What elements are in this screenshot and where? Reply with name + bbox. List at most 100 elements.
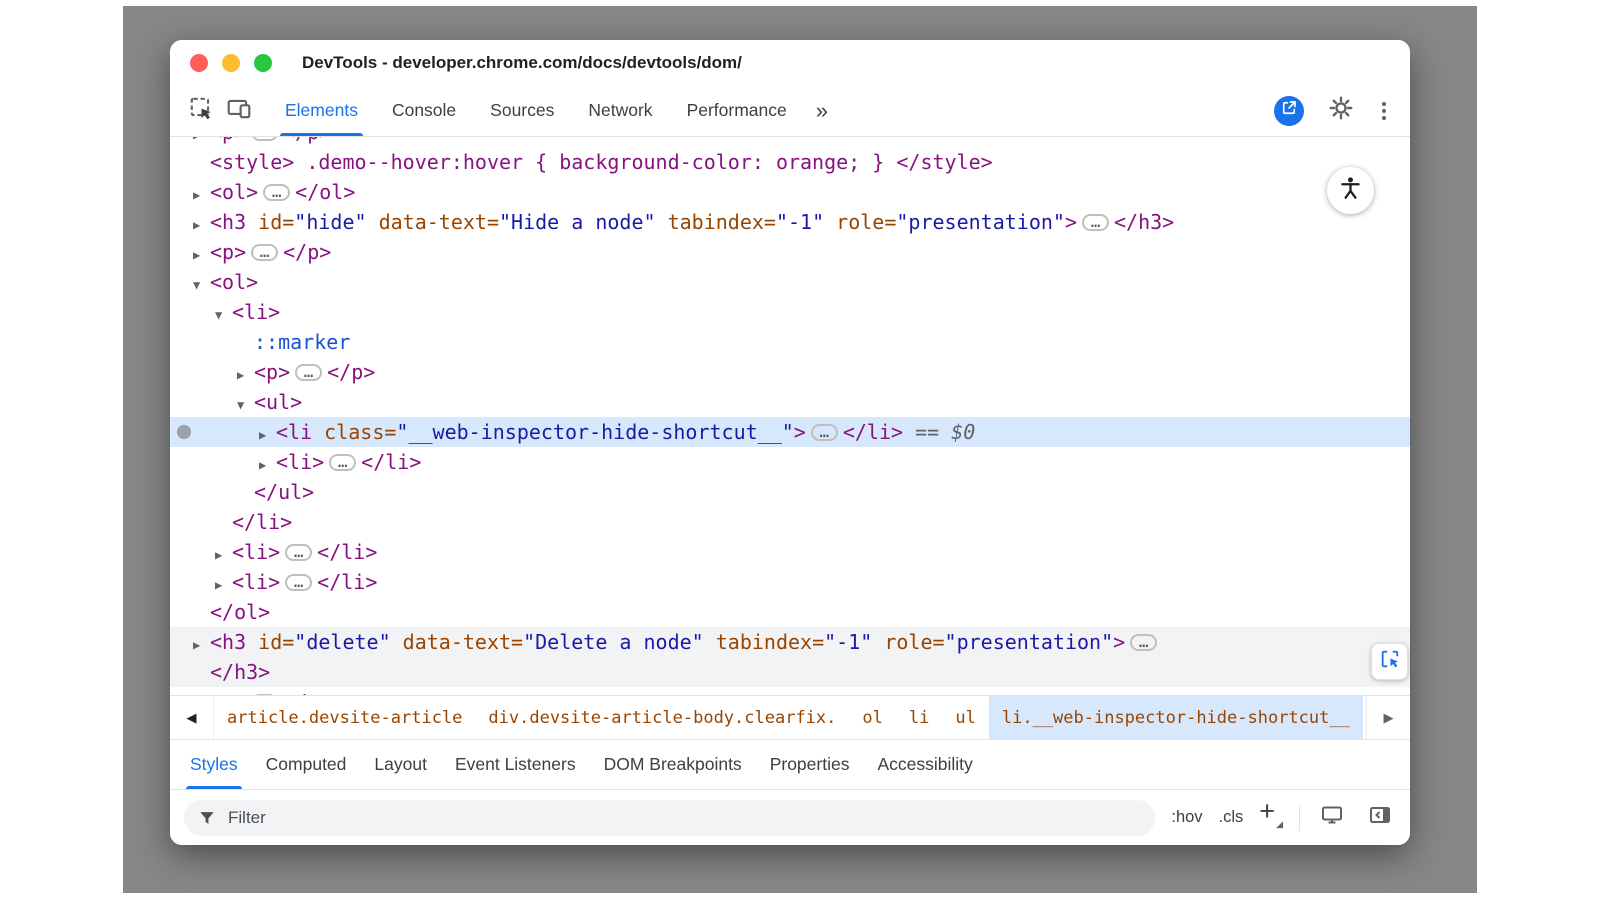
tab-performance[interactable]: Performance [670,85,804,136]
expand-children-button[interactable]: … [251,244,278,261]
panel-tab-layout[interactable]: Layout [360,740,441,789]
styles-filter-bar: :hov .cls +◢ [170,789,1410,845]
disclosure-triangle-icon[interactable]: ▼ [215,300,232,330]
disclosure-triangle-icon[interactable]: ▶ [237,360,254,390]
tab-sources[interactable]: Sources [473,85,571,136]
panel-tab-properties[interactable]: Properties [756,740,864,789]
code-attr: tabindex= [704,630,824,654]
new-style-rule-button[interactable]: +◢ [1259,799,1283,836]
dom-tree-row[interactable]: ▶<h3 id="hide" data-text="Hide a node" t… [170,207,1410,237]
tab-network[interactable]: Network [571,85,669,136]
code-tag: <ol> [210,180,258,204]
panel-tab-dom-breakpoints[interactable]: DOM Breakpoints [590,740,756,789]
dom-tree-row[interactable]: </ul> [170,477,1410,507]
expand-children-button[interactable]: … [285,544,312,561]
dom-tree-row[interactable]: ▶<ol>…</ol> [170,177,1410,207]
dom-tree-row[interactable]: ▶<p>…</p> [170,137,1410,147]
expand-children-button[interactable]: … [1130,634,1157,651]
dom-tree-row[interactable]: ▼<ol> [170,267,1410,297]
zoom-button[interactable] [254,54,272,72]
code-tag: > [1113,630,1125,654]
dom-tree-row[interactable]: ▼<ul> [170,387,1410,417]
kebab-menu-icon [1382,102,1386,106]
panel-tab-styles[interactable]: Styles [176,740,252,789]
disclosure-triangle-icon[interactable]: ▶ [259,420,276,450]
code-attr: class= [312,420,396,444]
more-tabs-button[interactable]: » [804,85,840,136]
accessibility-button[interactable] [1327,167,1374,214]
code-tag: </ul> [254,480,314,504]
breadcrumb-item[interactable]: li.__web-inspector-hide-shortcut__ [989,696,1363,739]
panel-tab-computed[interactable]: Computed [252,740,361,789]
code-tag: > [1065,210,1077,234]
dom-tree-row[interactable]: <style> .demo--hover:hover { background-… [170,147,1410,177]
dom-tree-row[interactable]: </h3> [170,657,1410,687]
dom-tree-row[interactable]: </li> [170,507,1410,537]
code-tag: </p> [283,240,331,264]
device-toolbar-button[interactable] [220,93,258,129]
breadcrumb-item[interactable]: ol [849,696,895,739]
dom-tree-row[interactable]: ▶<li>…</li> [170,537,1410,567]
disclosure-triangle-icon[interactable]: ▶ [193,240,210,270]
expand-children-button[interactable]: … [811,424,838,441]
dom-tree-row[interactable]: ▶<li>…</li> [170,567,1410,597]
dom-tree-row[interactable]: ▶<p>…</p> [170,357,1410,387]
expand-children-button[interactable]: … [329,454,356,471]
breadcrumb-scroll-right-button[interactable]: ▶ [1366,696,1410,739]
dom-tree-row[interactable]: ▶<li class="__web-inspector-hide-shortcu… [170,417,1410,447]
code-tag: <ul> [254,390,302,414]
dom-tree-row[interactable]: ▼<li> [170,297,1410,327]
rendering-emulations-button[interactable] [1316,802,1348,834]
close-button[interactable] [190,54,208,72]
disclosure-triangle-icon[interactable]: ▶ [193,690,210,695]
toggle-classes-button[interactable]: .cls [1219,808,1244,827]
minimize-button[interactable] [222,54,240,72]
open-in-new-button[interactable] [1274,96,1304,126]
dom-tree: ▶<p>…</p><style> .demo--hover:hover { ba… [170,137,1410,695]
disclosure-triangle-icon[interactable]: ▶ [215,570,232,600]
floating-inspect-button[interactable] [1371,643,1408,680]
breadcrumb-scroll-left-button[interactable]: ◀ [170,696,214,739]
inspect-element-button[interactable] [182,93,220,129]
disclosure-triangle-icon[interactable]: ▼ [193,270,210,300]
panel-tab-event-listeners[interactable]: Event Listeners [441,740,590,789]
code-val: "-1" [776,210,824,234]
expand-children-button[interactable]: … [251,694,278,695]
code-tag: </h3> [210,660,270,684]
disclosure-triangle-icon[interactable]: ▶ [193,180,210,210]
dom-tree-row[interactable]: ▶<li>…</li> [170,447,1410,477]
dom-tree-row[interactable]: ▶<h3 id="delete" data-text="Delete a nod… [170,627,1410,657]
disclosure-triangle-icon[interactable]: ▼ [237,390,254,420]
dom-tree-row[interactable]: </ol> [170,597,1410,627]
code-tag: <ol> [210,270,258,294]
expand-children-button[interactable]: … [295,364,322,381]
disclosure-triangle-icon[interactable]: ▶ [193,630,210,660]
code-tag: <li> [232,570,280,594]
disclosure-triangle-icon[interactable]: ▶ [193,210,210,240]
code-val: "presentation" [896,210,1065,234]
breadcrumb-item[interactable]: ul [942,696,988,739]
customize-devtools-button[interactable] [1378,98,1390,124]
filter-input[interactable] [184,800,1155,836]
expand-children-button[interactable]: … [263,184,290,201]
expand-children-button[interactable]: … [1082,214,1109,231]
expand-children-button[interactable]: … [285,574,312,591]
dom-tree-row[interactable]: ::marker [170,327,1410,357]
breadcrumb-item[interactable]: li [896,696,942,739]
expand-children-button[interactable]: … [251,137,278,141]
toggle-element-state-button[interactable]: :hov [1171,808,1202,827]
breadcrumb-item[interactable]: div.devsite-article-body.clearfix. [475,696,849,739]
disclosure-triangle-icon[interactable]: ▶ [259,450,276,480]
code-attr: data-text= [367,210,499,234]
settings-button[interactable] [1322,93,1360,129]
code-pseudo: ::marker [254,330,350,354]
disclosure-triangle-icon[interactable]: ▶ [215,540,232,570]
dom-tree-row[interactable]: ▶<p>…</p> [170,687,1410,695]
tab-elements[interactable]: Elements [268,85,375,136]
gear-icon [1328,95,1354,126]
panel-tab-accessibility[interactable]: Accessibility [863,740,986,789]
breadcrumb-item[interactable]: article.devsite-article [214,696,475,739]
tab-console[interactable]: Console [375,85,473,136]
dom-tree-row[interactable]: ▶<p>…</p> [170,237,1410,267]
toggle-sidebar-button[interactable] [1364,802,1396,834]
